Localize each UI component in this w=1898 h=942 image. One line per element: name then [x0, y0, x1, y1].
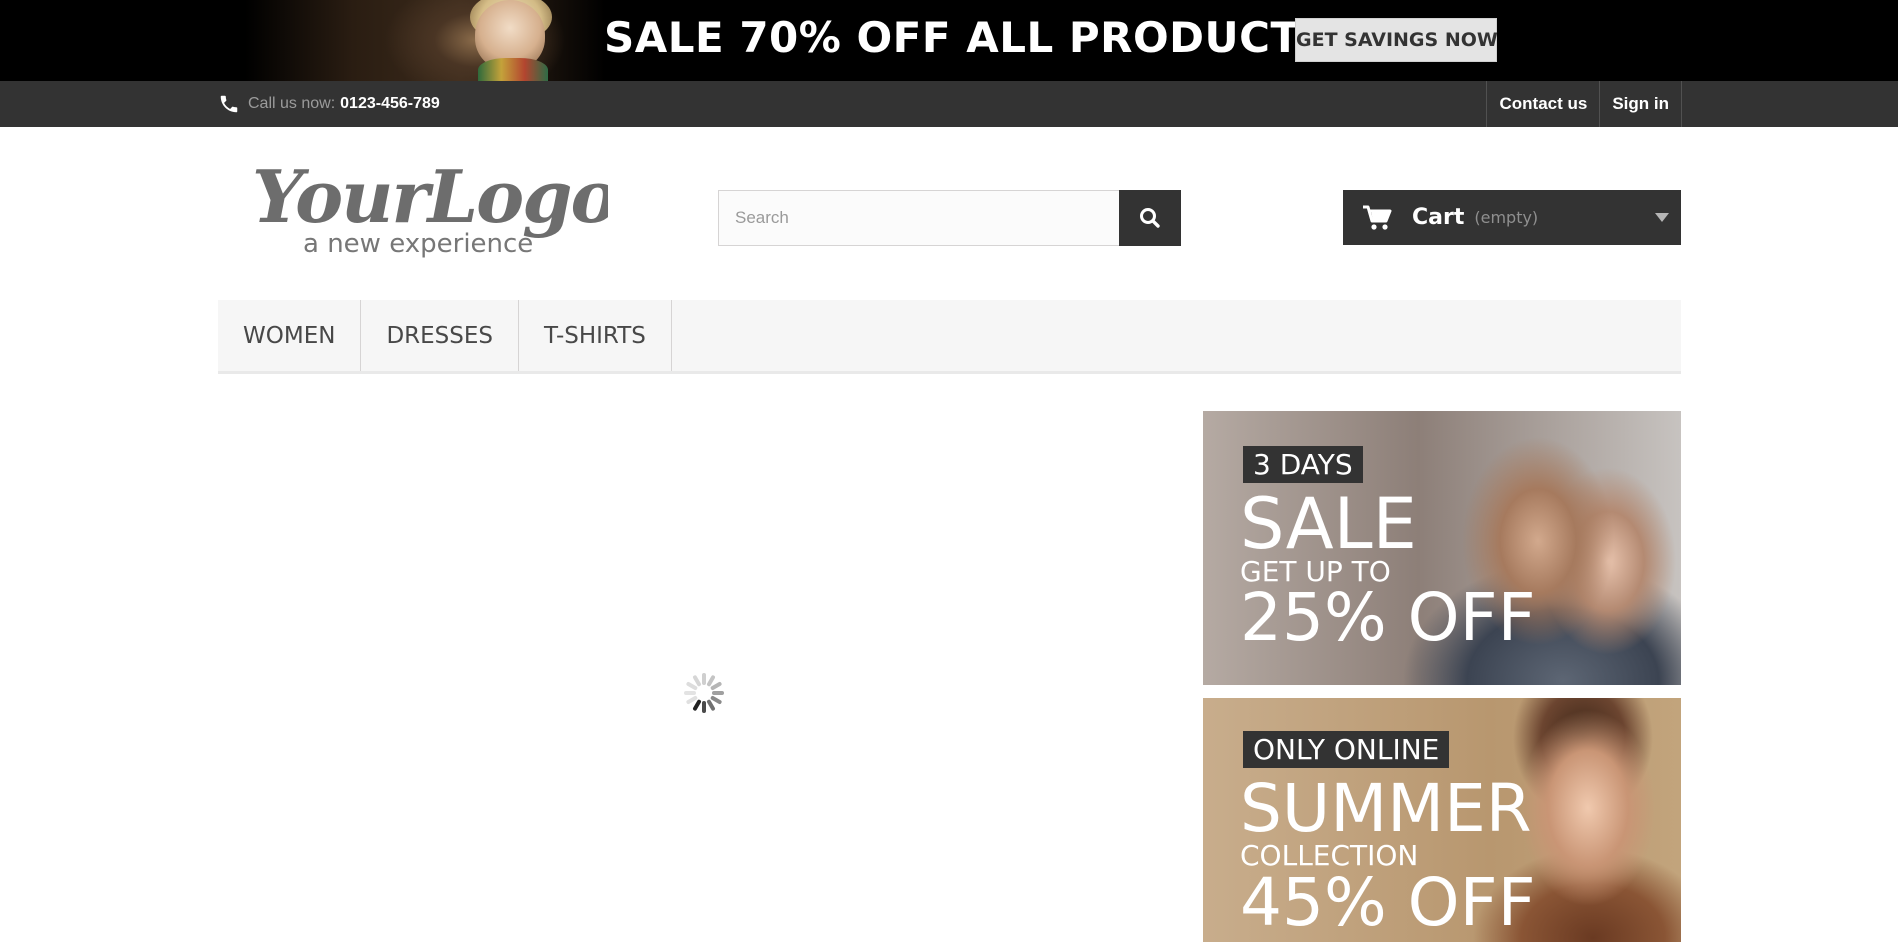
banner-tag: 3 DAYS — [1243, 446, 1363, 483]
call-us-label: Call us now: — [248, 95, 336, 112]
logo[interactable]: YourLogo a new experience — [248, 152, 608, 262]
search-input[interactable] — [718, 190, 1119, 246]
cart-icon — [1363, 205, 1392, 230]
banner-headline: SALE — [1240, 483, 1417, 565]
cart-label: Cart — [1412, 205, 1465, 230]
loading-spinner-icon — [684, 673, 724, 713]
search-button[interactable] — [1119, 190, 1181, 246]
menu-item-women[interactable]: WOMEN — [218, 300, 362, 371]
banner-discount: 45% OFF — [1240, 864, 1536, 941]
menu-item-dresses[interactable]: DRESSES — [361, 300, 519, 371]
call-us-info: Call us now: 0123-456-789 — [218, 81, 440, 127]
promo-model-dress — [478, 58, 548, 81]
menu-item-t-shirts[interactable]: T-SHIRTS — [519, 300, 672, 371]
banner-discount: 25% OFF — [1240, 579, 1536, 656]
banner-tag: ONLY ONLINE — [1243, 731, 1450, 768]
promo-banner-sale[interactable]: 3 DAYS SALE GET UP TO 25% OFF — [1203, 411, 1681, 685]
main-menu: WOMEN DRESSES T-SHIRTS — [218, 300, 1681, 374]
account-links: Contact us Sign in — [1486, 81, 1682, 127]
promo-text: SALE 70% OFF ALL PRODUCTS — [604, 13, 1331, 62]
top-nav-bar: Call us now: 0123-456-789 Contact us Sig… — [0, 81, 1898, 127]
chevron-down-icon[interactable] — [1655, 213, 1669, 222]
sign-in-link[interactable]: Sign in — [1599, 81, 1682, 127]
cart-block[interactable]: Cart (empty) — [1343, 190, 1681, 245]
promo-banner-summer[interactable]: ONLY ONLINE SUMMER COLLECTION 45% OFF — [1203, 698, 1681, 942]
logo-text: YourLogo — [252, 154, 608, 239]
search-icon — [1140, 208, 1160, 228]
promo-banner[interactable]: SALE 70% OFF ALL PRODUCTS GET SAVINGS NO… — [0, 0, 1898, 81]
get-savings-button[interactable]: GET SAVINGS NOW — [1295, 18, 1498, 62]
cart-status: (empty) — [1474, 208, 1539, 227]
phone-icon — [220, 95, 238, 113]
banner-headline: SUMMER — [1240, 770, 1532, 847]
search-box — [718, 190, 1181, 246]
phone-number: 0123-456-789 — [340, 95, 440, 112]
contact-us-link[interactable]: Contact us — [1486, 81, 1599, 127]
logo-tagline: a new experience — [303, 229, 533, 259]
